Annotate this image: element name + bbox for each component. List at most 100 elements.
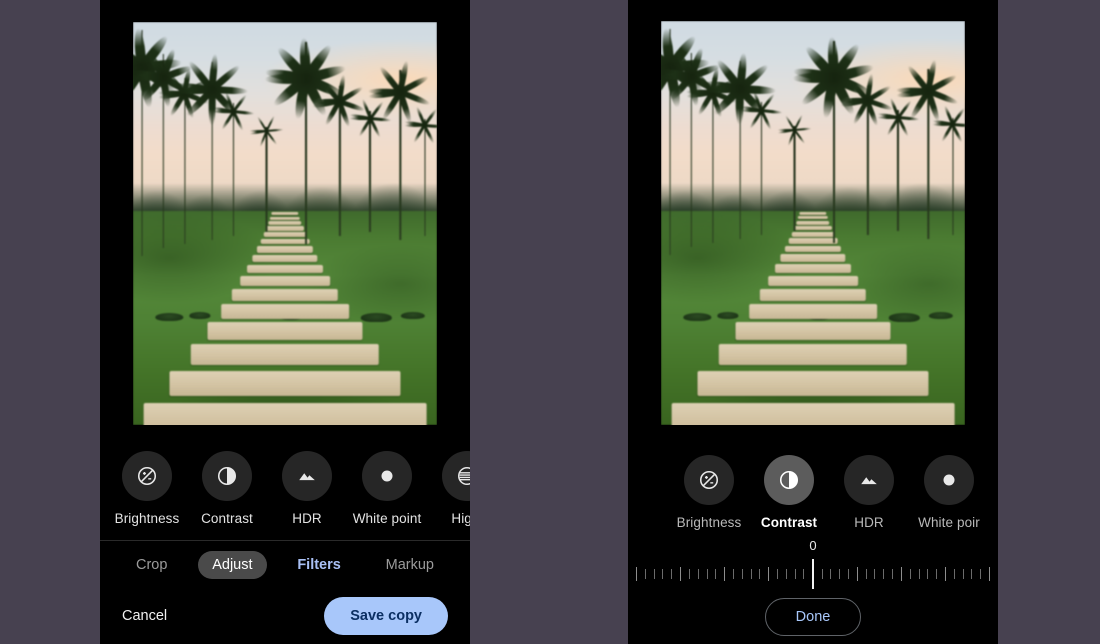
done-action-row: Done xyxy=(628,598,998,644)
adjust-label: Highl xyxy=(451,511,470,526)
slider-tick xyxy=(953,569,955,579)
palm-frond xyxy=(876,116,899,120)
slider-tick xyxy=(892,569,894,579)
adjust-contrast[interactable]: Contrast xyxy=(756,455,822,530)
paver-stone xyxy=(252,254,318,263)
tab-adjust[interactable]: Adjust xyxy=(198,550,267,579)
paver-stone xyxy=(190,344,380,366)
palm-trunk xyxy=(952,117,954,236)
slider-tick xyxy=(909,569,911,579)
slider-tick xyxy=(680,567,682,581)
slider-tick xyxy=(662,569,664,579)
brightness-icon-button[interactable] xyxy=(684,455,734,505)
paver-stone xyxy=(718,344,908,366)
slider-tick xyxy=(944,567,946,581)
photo-preview-right[interactable] xyxy=(661,21,965,425)
palm-crown xyxy=(740,89,783,131)
adjust-white-point[interactable]: White point xyxy=(352,451,422,526)
highlights-icon xyxy=(458,467,470,485)
paver-stone xyxy=(169,370,401,397)
palm-frond xyxy=(933,123,953,127)
slider-tick xyxy=(636,567,637,581)
slider-tick xyxy=(759,569,761,579)
slider-tick xyxy=(839,569,841,579)
adjust-label: Contrast xyxy=(201,511,253,526)
palm-crown xyxy=(933,105,965,143)
slider-tick xyxy=(821,569,823,579)
paver-stone xyxy=(749,304,877,319)
slider-tick xyxy=(927,569,929,579)
palm-tree xyxy=(405,106,437,236)
adjust-brightness[interactable]: Brightness xyxy=(676,455,742,530)
adjust-hdr[interactable]: HDR xyxy=(836,455,902,530)
slider-tick xyxy=(980,569,982,579)
palm-frond xyxy=(212,109,234,113)
adjustment-list-right[interactable]: Brightness Contrast HDR White poir xyxy=(628,437,998,536)
slider-tick xyxy=(644,569,646,579)
adjust-hdr[interactable]: HDR xyxy=(274,451,340,526)
slider-tick xyxy=(732,569,734,579)
adjust-label: White point xyxy=(352,511,422,526)
slider-tick xyxy=(865,569,867,579)
hdr-icon-button[interactable] xyxy=(844,455,894,505)
palm-crown xyxy=(368,59,433,124)
paver-stone xyxy=(735,322,891,340)
slider-tick xyxy=(741,569,743,579)
white-point-icon-button[interactable] xyxy=(924,455,974,505)
palm-frond xyxy=(405,123,425,127)
slider-tick xyxy=(900,567,902,581)
tab-markup[interactable]: Markup xyxy=(372,551,448,579)
adjust-brightness[interactable]: Brightness xyxy=(114,451,180,526)
save-copy-button[interactable]: Save copy xyxy=(324,597,448,635)
brightness-icon-button[interactable] xyxy=(122,451,172,501)
adjust-label: HDR xyxy=(292,511,322,526)
slider-tick xyxy=(962,569,964,579)
slider-tick xyxy=(856,567,858,581)
editor-actions: Cancel Save copy xyxy=(100,588,470,644)
adjust-contrast[interactable]: Contrast xyxy=(194,451,260,526)
palm-frond xyxy=(793,72,835,84)
highlights-icon-button[interactable] xyxy=(442,451,470,501)
adjust-label: Brightness xyxy=(114,511,180,526)
paver-stone xyxy=(231,288,339,302)
tab-filters[interactable]: Filters xyxy=(283,551,355,579)
slider-tick xyxy=(688,569,690,579)
slider-tick xyxy=(989,567,990,581)
paver-stone xyxy=(768,275,858,286)
brightness-icon xyxy=(699,470,719,490)
palm-frond xyxy=(348,116,371,120)
adjustment-list-left[interactable]: Brightness Contrast HDR White point Highl xyxy=(100,433,470,540)
editor-tabs[interactable]: Crop Adjust Filters Markup xyxy=(100,540,470,588)
paver-stone xyxy=(697,370,929,397)
screenshot-stage: Brightness Contrast HDR White point Highl Cr… xyxy=(0,0,1100,644)
done-button[interactable]: Done xyxy=(764,598,862,636)
photo-editor-panel-right: Brightness Contrast HDR White poir 0 Done xyxy=(628,0,998,644)
paver-stone xyxy=(780,254,846,262)
slider-ruler[interactable] xyxy=(636,559,990,589)
paver-stone xyxy=(221,304,349,319)
palm-frond xyxy=(740,108,762,113)
photo-image-right xyxy=(661,21,965,425)
paver-stone xyxy=(775,264,851,273)
white-point-icon-button[interactable] xyxy=(362,451,412,501)
palm-tree xyxy=(740,89,783,236)
paver-stone xyxy=(759,288,867,301)
contrast-icon-button[interactable] xyxy=(202,451,252,501)
slider-tick xyxy=(936,569,938,579)
photo-image-left xyxy=(133,22,437,425)
tab-crop[interactable]: Crop xyxy=(122,551,181,579)
editor-controls-left: Brightness Contrast HDR White point Highl Cr… xyxy=(100,433,470,644)
paver-stone xyxy=(143,402,427,425)
photo-preview-left[interactable] xyxy=(133,22,437,425)
contrast-icon-button[interactable] xyxy=(764,455,814,505)
paver-stone xyxy=(247,264,323,274)
hdr-icon xyxy=(299,473,315,481)
adjust-white-poir[interactable]: White poir xyxy=(916,455,982,530)
hdr-icon-button[interactable] xyxy=(282,451,332,501)
adjust-highl[interactable]: Highl xyxy=(434,451,470,526)
hdr-icon xyxy=(861,477,877,485)
contrast-icon xyxy=(779,470,799,490)
cancel-button[interactable]: Cancel xyxy=(122,608,167,624)
slider-tick xyxy=(874,569,876,579)
contrast-slider[interactable]: 0 xyxy=(628,536,998,598)
